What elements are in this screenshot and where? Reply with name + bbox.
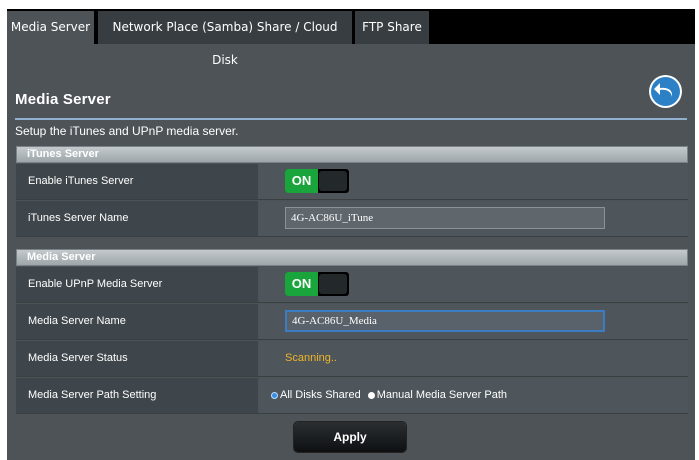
toggle-on-label: ON bbox=[285, 272, 318, 296]
media-status-row: Media Server Status Scanning.. bbox=[16, 341, 688, 377]
itunes-enable-row: Enable iTunes Server ON bbox=[16, 164, 688, 200]
itunes-server-name-input[interactable] bbox=[285, 207, 605, 229]
itunes-name-row: iTunes Server Name bbox=[16, 201, 688, 237]
media-path-cell: All Disks Shared Manual Media Server Pat… bbox=[259, 378, 688, 413]
apply-button[interactable]: Apply bbox=[294, 422, 406, 452]
media-path-row: Media Server Path Setting All Disks Shar… bbox=[16, 378, 688, 414]
itunes-enable-toggle[interactable]: ON bbox=[285, 169, 349, 193]
upnp-enable-row: Enable UPnP Media Server ON bbox=[16, 267, 688, 303]
path-radio-group: All Disks Shared Manual Media Server Pat… bbox=[271, 378, 511, 413]
media-name-cell bbox=[259, 304, 688, 339]
back-arrow-icon bbox=[651, 77, 680, 106]
itunes-name-label: iTunes Server Name bbox=[16, 201, 258, 236]
page-title: Media Server bbox=[15, 91, 111, 108]
media-server-panel: Media Server Network Place (Samba) Share… bbox=[7, 9, 695, 460]
radio-manual-path[interactable]: Manual Media Server Path bbox=[367, 378, 507, 413]
itunes-section-header: iTunes Server bbox=[16, 146, 688, 163]
upnp-enable-cell: ON bbox=[259, 267, 688, 302]
toggle-on-label: ON bbox=[285, 169, 318, 193]
tab-media-server[interactable]: Media Server bbox=[7, 11, 94, 44]
title-divider bbox=[15, 118, 687, 120]
media-path-label: Media Server Path Setting bbox=[16, 378, 258, 413]
radio-checked-icon bbox=[271, 392, 278, 399]
radio-all-disks-shared[interactable]: All Disks Shared bbox=[271, 378, 361, 413]
itunes-name-cell bbox=[259, 201, 688, 236]
toggle-knob bbox=[319, 274, 347, 294]
media-name-label: Media Server Name bbox=[16, 304, 258, 339]
media-status-cell: Scanning.. bbox=[259, 341, 688, 376]
media-server-name-input[interactable] bbox=[285, 310, 605, 332]
radio-label: All Disks Shared bbox=[280, 389, 361, 401]
upnp-enable-toggle[interactable]: ON bbox=[285, 272, 349, 296]
upnp-enable-label: Enable UPnP Media Server bbox=[16, 267, 258, 302]
tab-network-place-share[interactable]: Network Place (Samba) Share / Cloud Disk bbox=[98, 11, 352, 67]
media-status-value: Scanning.. bbox=[285, 352, 337, 364]
media-name-row: Media Server Name bbox=[16, 304, 688, 340]
tab-bar: Media Server Network Place (Samba) Share… bbox=[7, 9, 695, 67]
itunes-enable-label: Enable iTunes Server bbox=[16, 164, 258, 199]
radio-label: Manual Media Server Path bbox=[376, 389, 507, 401]
media-status-label: Media Server Status bbox=[16, 341, 258, 376]
toggle-knob bbox=[319, 171, 347, 191]
media-section-header: Media Server bbox=[16, 249, 688, 266]
page-description: Setup the iTunes and UPnP media server. bbox=[15, 124, 239, 138]
back-button[interactable] bbox=[649, 75, 682, 108]
radio-unchecked-icon bbox=[367, 392, 375, 399]
tab-ftp-share[interactable]: FTP Share bbox=[355, 11, 429, 44]
itunes-enable-cell: ON bbox=[259, 164, 688, 199]
